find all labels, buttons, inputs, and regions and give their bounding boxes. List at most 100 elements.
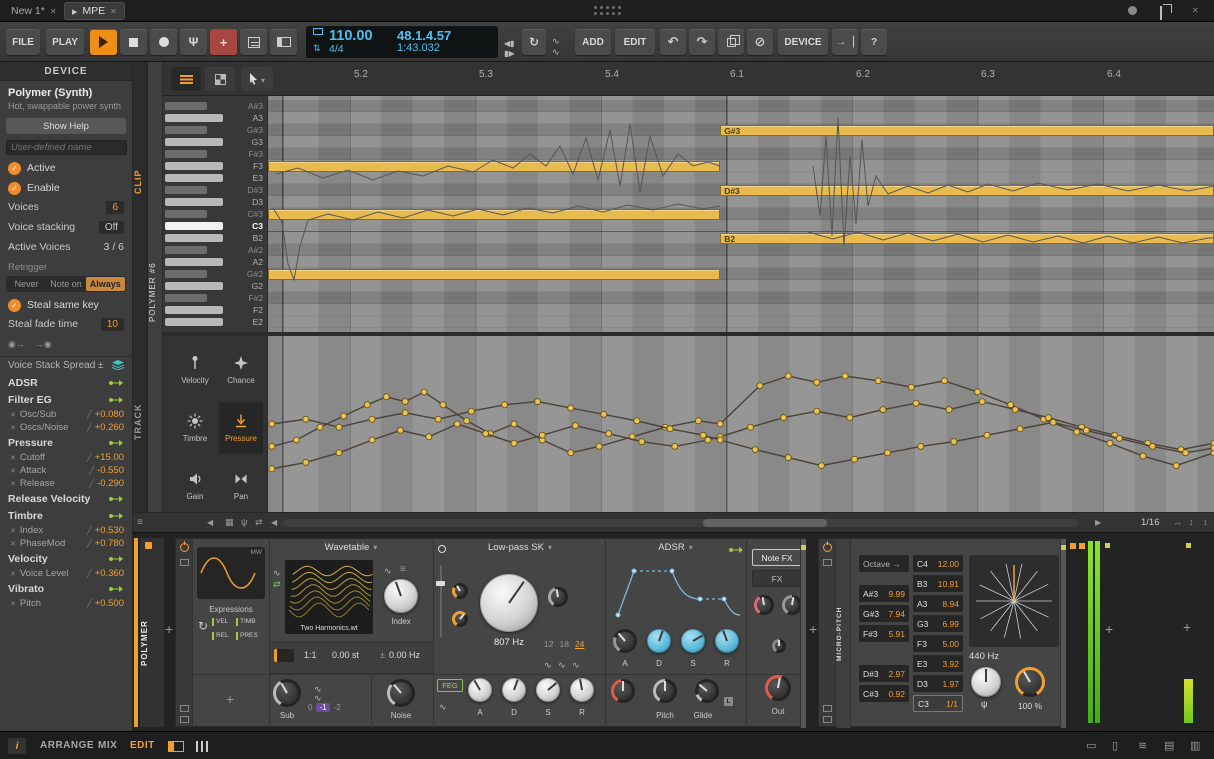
pressure-point[interactable] [1083, 427, 1089, 433]
steal-fade-row[interactable]: Steal fade time10 [8, 316, 124, 332]
pressure-point[interactable] [483, 431, 489, 437]
view-edit[interactable]: EDIT [130, 740, 155, 751]
piano-key-a2[interactable]: A2 [163, 256, 268, 268]
voices-value[interactable]: 6 [106, 201, 124, 214]
pressure-point[interactable] [880, 407, 886, 413]
device-name-input[interactable] [6, 140, 127, 155]
pressure-point[interactable] [572, 423, 578, 429]
project-tab[interactable]: New 1* [4, 2, 64, 20]
filter-header[interactable]: Low-pass SK [450, 542, 590, 553]
env-release-knob[interactable] [715, 629, 739, 653]
pressure-point[interactable] [672, 443, 678, 449]
play-button[interactable] [90, 29, 117, 55]
remote-controls-icon[interactable] [823, 559, 832, 566]
timbre-expression-chip[interactable]: TIMB [236, 618, 256, 626]
pressure-point[interactable] [336, 450, 342, 456]
env-shape-icon[interactable] [439, 697, 447, 715]
add-track-device-button[interactable] [1183, 619, 1191, 637]
pressure-point[interactable] [293, 437, 299, 443]
mix-knob[interactable] [772, 639, 786, 653]
redo-button[interactable] [689, 29, 715, 55]
voice-stacking-row[interactable]: Voice stackingOff [8, 219, 124, 235]
pressure-point[interactable] [717, 421, 723, 427]
pressure-point[interactable] [341, 413, 347, 419]
pressure-point[interactable] [941, 378, 947, 384]
mappings-panel-icon[interactable] [1138, 739, 1147, 752]
add-button[interactable]: ADD [575, 29, 611, 55]
spectrum-icon[interactable] [400, 559, 406, 577]
pressure-point[interactable] [852, 456, 858, 462]
loop-icon[interactable] [198, 619, 208, 633]
voices-row[interactable]: Voices6 [8, 199, 124, 215]
pressure-point[interactable] [539, 432, 545, 438]
pressure-point[interactable] [568, 450, 574, 456]
expression-pan-button[interactable]: Pan [219, 460, 263, 512]
display-mode-icons[interactable] [313, 28, 323, 56]
phase-mod-icon[interactable]: ⇄ [273, 579, 281, 590]
transport-display[interactable]: 110.00 4/4 48.1.4.57 1:43.032 [306, 26, 498, 58]
sync-chip[interactable] [274, 649, 294, 662]
feg-attack-knob[interactable] [468, 678, 492, 702]
close-icon[interactable] [110, 5, 117, 17]
power-icon[interactable] [180, 543, 189, 552]
slope-24[interactable]: 24 [575, 639, 584, 649]
horizontal-scrollbar[interactable] [283, 519, 1078, 527]
tuning-chip-f3[interactable]: F35.00 [913, 635, 963, 652]
record-button[interactable] [150, 29, 177, 55]
pan-knob[interactable] [782, 595, 802, 615]
pressure-point[interactable] [1045, 415, 1051, 421]
time-display[interactable]: 1:43.032 [397, 43, 451, 55]
device-select-marker[interactable] [801, 545, 806, 550]
release-expression-chip[interactable]: REL [212, 632, 229, 640]
remove-target-icon[interactable] [10, 598, 20, 609]
pressure-point[interactable] [402, 410, 408, 416]
tuning-chip-d3[interactable]: D31.97 [913, 675, 963, 692]
help-button[interactable]: ? [861, 29, 887, 55]
retrigger-segmented[interactable]: Never Note on Always [6, 276, 126, 292]
pressure-point[interactable] [908, 384, 914, 390]
envelope-header[interactable]: ADSR [605, 542, 746, 553]
add-device-end-button[interactable] [1105, 621, 1113, 639]
mod-target-pitch[interactable]: Pitch+0.500 [0, 597, 132, 610]
sub-octave-minus2[interactable]: -2 [334, 703, 341, 712]
pressure-point[interactable] [913, 400, 919, 406]
modulator-adsr[interactable]: ADSR [0, 374, 132, 391]
lanes-icon[interactable] [196, 741, 208, 752]
pitch-knob[interactable] [653, 679, 677, 703]
modulator-release-velocity[interactable]: Release Velocity [0, 490, 132, 507]
fx-tab[interactable]: FX [752, 570, 802, 587]
tuning-star-display[interactable] [969, 555, 1059, 647]
mod-target-release[interactable]: Release-0.290 [0, 477, 132, 490]
pressure-expression-chip[interactable]: PRES [236, 632, 258, 640]
clip-launcher-record-button[interactable] [240, 29, 267, 55]
position-display[interactable]: 48.1.4.57 [397, 29, 451, 43]
expression-timbre-button[interactable]: Timbre [173, 402, 217, 454]
piano-key-f-2[interactable]: F#2 [163, 292, 268, 304]
pressure-point[interactable] [885, 450, 891, 456]
filter-keytrack-knob[interactable] [452, 611, 468, 627]
pressure-point[interactable] [606, 431, 612, 437]
piano-key-a-3[interactable]: A#3 [163, 100, 268, 112]
modulator-voice-stack-spread[interactable]: Voice Stack Spread ± [0, 357, 132, 374]
edit-menu-button[interactable]: EDIT [615, 29, 655, 55]
pressure-point[interactable] [842, 373, 848, 379]
drag-handle-icon[interactable] [180, 716, 189, 723]
retrigger-never[interactable]: Never [7, 277, 46, 291]
ratio-value[interactable]: 1:1 [304, 650, 317, 660]
pressure-point[interactable] [364, 402, 370, 408]
cutoff-knob[interactable] [480, 574, 538, 632]
pressure-point[interactable] [596, 443, 602, 449]
play-menu-button[interactable]: PLAY [46, 29, 84, 55]
expand-icon[interactable] [180, 705, 189, 712]
pressure-point[interactable] [269, 443, 275, 449]
modulator-timbre[interactable]: Timbre [0, 507, 132, 524]
pressure-point[interactable] [511, 440, 517, 446]
pressure-point[interactable] [1012, 407, 1018, 413]
piano-key-g-3[interactable]: G#3 [163, 124, 268, 136]
show-help-button[interactable]: Show Help [6, 118, 126, 134]
grid-panel-icon[interactable] [1190, 739, 1200, 752]
wavetable-name[interactable]: Two Harmonics.wt [285, 625, 373, 632]
pressure-point[interactable] [757, 383, 763, 389]
expression-pressure-button[interactable]: Pressure [219, 402, 263, 454]
out-knob[interactable] [765, 675, 791, 701]
